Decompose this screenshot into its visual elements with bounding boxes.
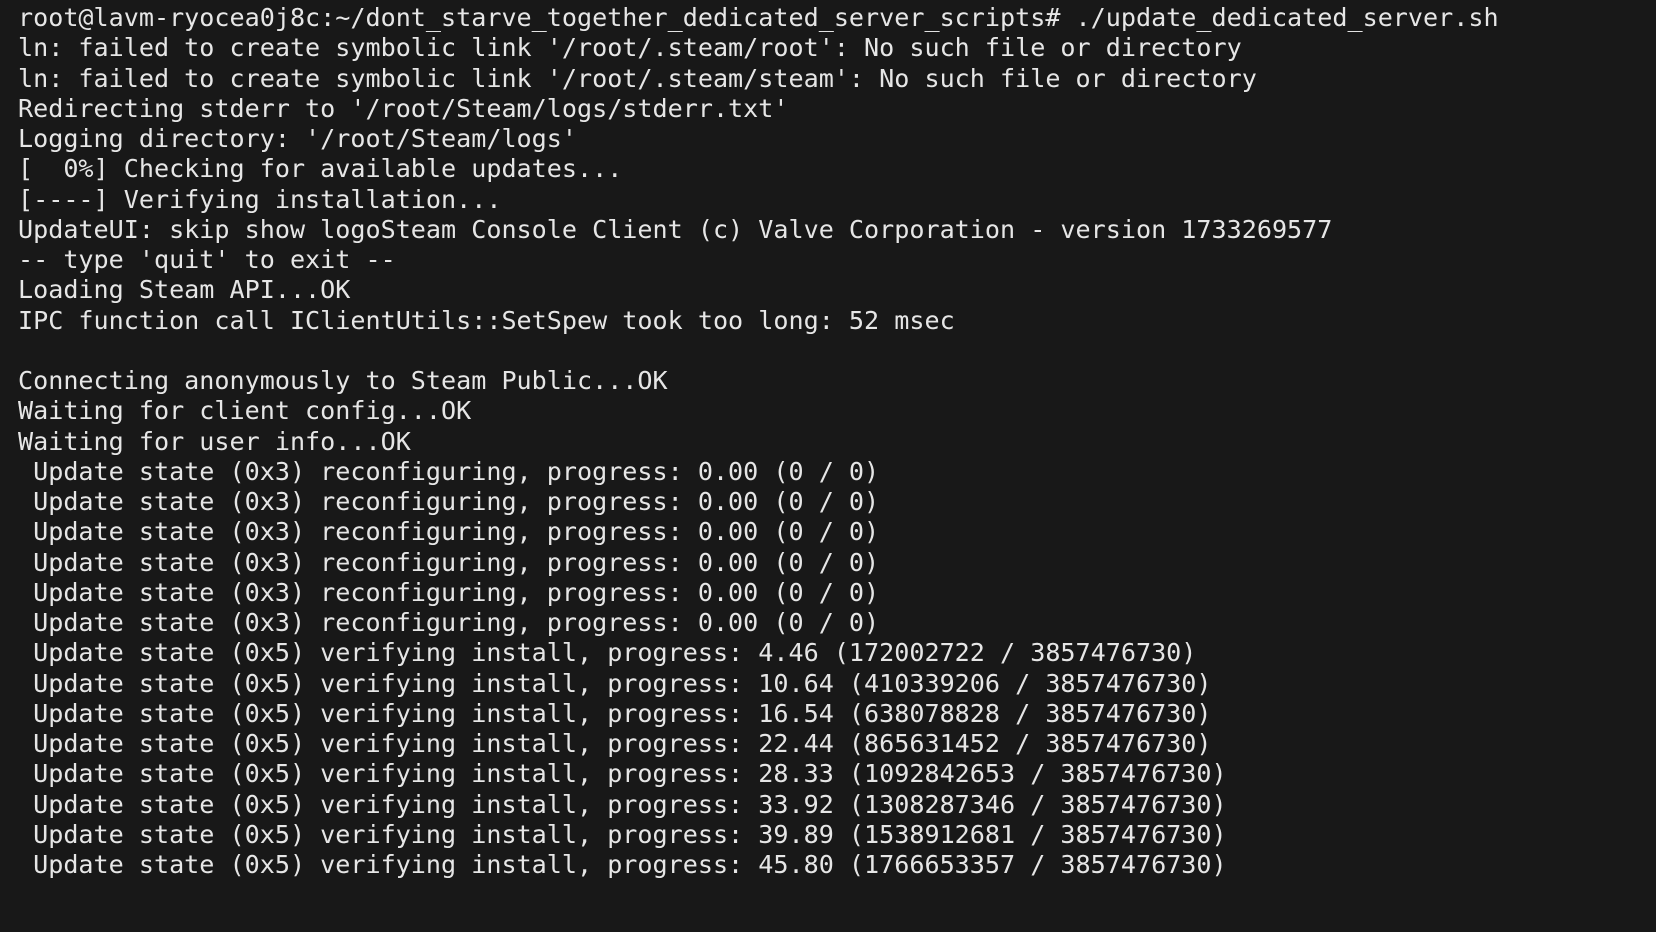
terminal-line: [----] Verifying installation... bbox=[18, 184, 502, 214]
terminal-line: Update state (0x3) reconfiguring, progre… bbox=[18, 547, 880, 577]
terminal-line: Logging directory: '/root/Steam/logs' bbox=[18, 124, 577, 153]
terminal-line: Update state (0x3) reconfiguring, progre… bbox=[18, 517, 880, 547]
terminal-line: ln: failed to create symbolic link '/roo… bbox=[18, 33, 1242, 63]
terminal-line: Update state (0x5) verifying install, pr… bbox=[18, 819, 1227, 849]
terminal-line: ln: failed to create symbolic link '/roo… bbox=[18, 63, 1257, 93]
terminal-line: Update state (0x3) reconfiguring, progre… bbox=[18, 487, 880, 516]
terminal-line: IPC function call IClientUtils::SetSpew … bbox=[18, 305, 955, 335]
terminal-line: Loading Steam API...OK bbox=[18, 275, 351, 305]
terminal-line: Redirecting stderr to '/root/Steam/logs/… bbox=[18, 93, 789, 123]
terminal-line: -- type 'quit' to exit -- bbox=[18, 245, 396, 274]
shell-prompt-command: root@lavm-ryocea0j8c:~/dont_starve_toget… bbox=[18, 3, 1499, 32]
terminal-line: Update state (0x5) verifying install, pr… bbox=[18, 638, 1197, 668]
terminal-line: Update state (0x5) verifying install, pr… bbox=[18, 850, 1227, 879]
terminal-line: Update state (0x3) reconfiguring, progre… bbox=[18, 608, 880, 637]
terminal-line: [ 0%] Checking for available updates... bbox=[18, 154, 623, 184]
terminal-line: Update state (0x3) reconfiguring, progre… bbox=[18, 456, 880, 486]
terminal-line: Update state (0x5) verifying install, pr… bbox=[18, 729, 1212, 758]
terminal-line: UpdateUI: skip show logoSteam Console Cl… bbox=[18, 214, 1333, 244]
terminal-line: Connecting anonymously to Steam Public..… bbox=[18, 366, 668, 395]
terminal-line: Update state (0x5) verifying install, pr… bbox=[18, 698, 1212, 728]
terminal-line: Waiting for client config...OK bbox=[18, 396, 472, 426]
terminal-line: Update state (0x5) verifying install, pr… bbox=[18, 759, 1227, 789]
terminal-line: Waiting for user info...OK bbox=[18, 426, 411, 456]
terminal-line: Update state (0x5) verifying install, pr… bbox=[18, 668, 1212, 698]
terminal-output[interactable]: root@lavm-ryocea0j8c:~/dont_starve_toget… bbox=[18, 3, 1656, 932]
terminal-line: Update state (0x5) verifying install, pr… bbox=[18, 789, 1227, 819]
terminal-line: Update state (0x3) reconfiguring, progre… bbox=[18, 577, 880, 607]
